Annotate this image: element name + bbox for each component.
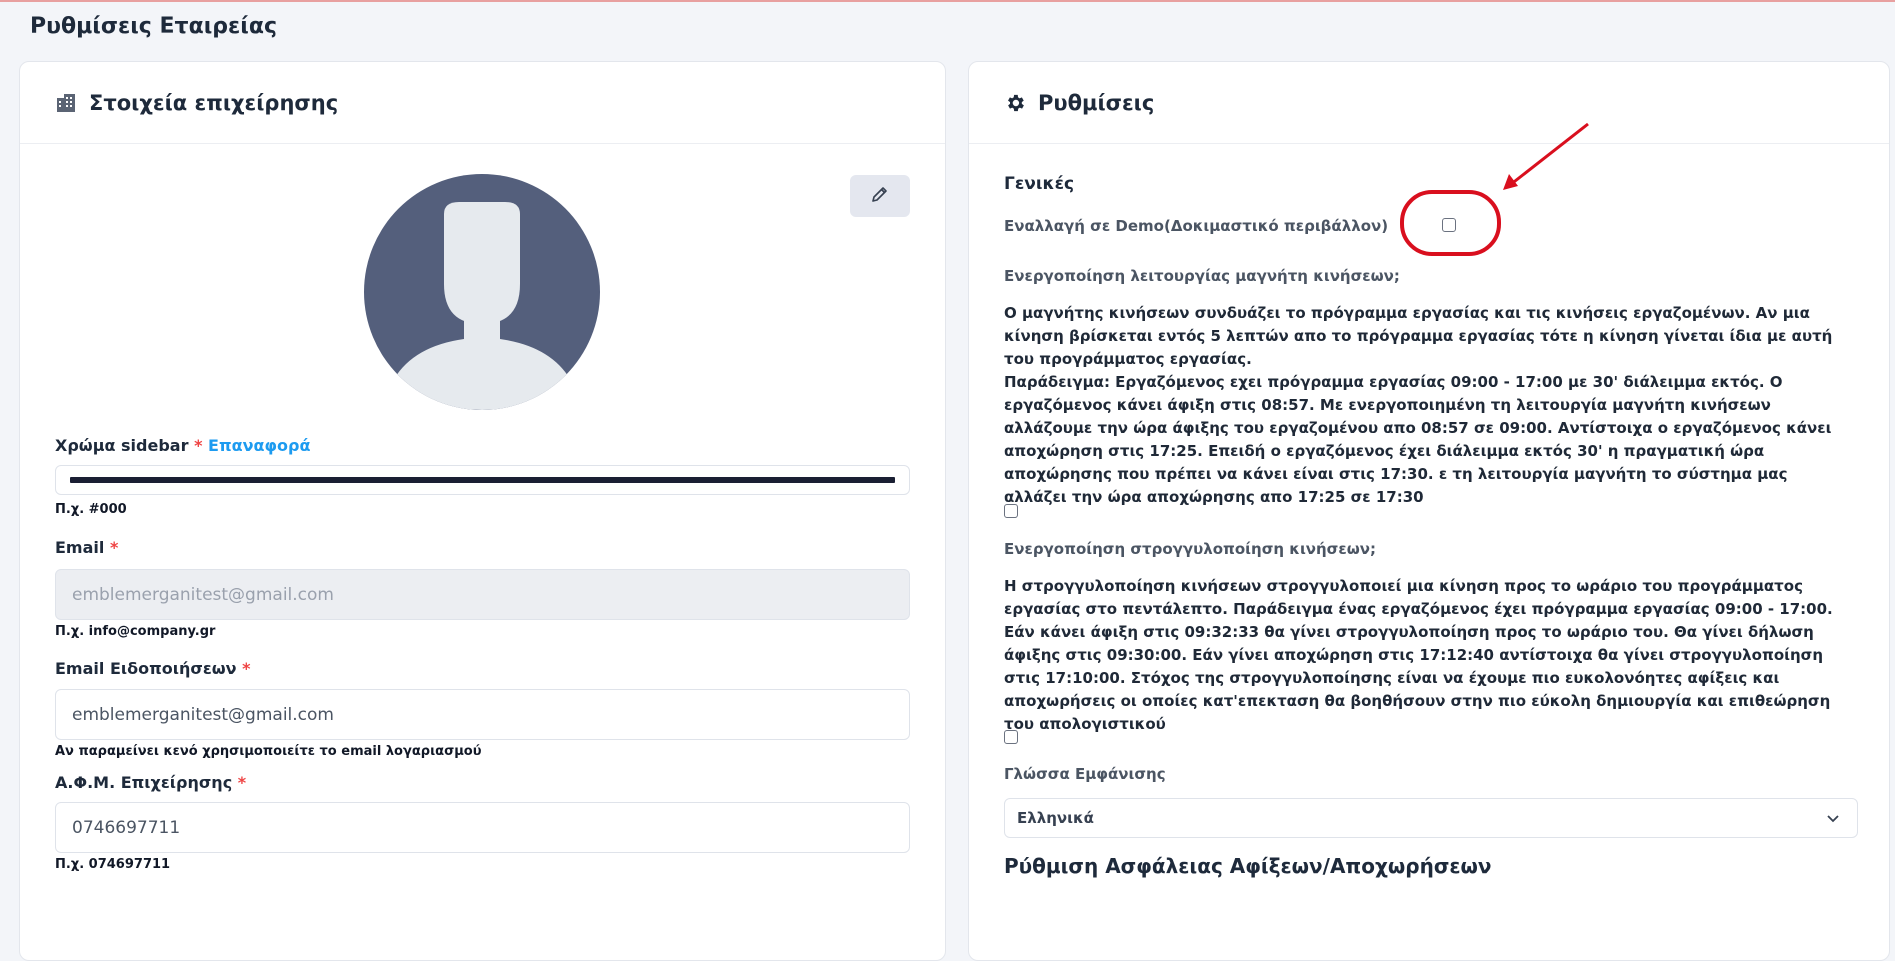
company-details-title: Στοιχεία επιχείρησης: [89, 90, 339, 115]
general-section-title: Γενικές: [1004, 174, 1075, 194]
sidebar-color-swatch: [70, 477, 895, 483]
magnet-checkbox[interactable]: [1004, 504, 1018, 518]
gear-icon: [1004, 92, 1026, 114]
top-accent-line: [0, 0, 1895, 2]
sidebar-color-hint: Π.χ. #000: [55, 502, 127, 517]
settings-title: Ρυθμίσεις: [1038, 90, 1155, 115]
settings-card: Ρυθμίσεις Γενικές Εναλλαγή σε Demo(Δοκιμ…: [968, 61, 1890, 961]
required-mark: *: [242, 659, 251, 678]
notification-email-field[interactable]: emblemerganitest@gmail.com: [55, 689, 910, 740]
email-label: Email *: [55, 538, 118, 557]
page-title: Ρυθμίσεις Εταιρείας: [30, 14, 277, 39]
vat-field[interactable]: 0746697711: [55, 802, 910, 853]
rounding-label: Ενεργοποίηση στρογγυλοποίηση κινήσεων;: [1004, 540, 1376, 558]
demo-toggle-label: Εναλλαγή σε Demo(Δοκιμαστικό περιβάλλον): [1004, 217, 1389, 235]
pencil-icon: [870, 184, 890, 208]
email-label-text: Email: [55, 538, 105, 557]
required-mark: *: [194, 436, 203, 455]
rounding-checkbox[interactable]: [1004, 730, 1018, 744]
language-label: Γλώσσα Εμφάνισης: [1004, 765, 1166, 783]
magnet-example: Παράδειγμα: Εργαζόμενος εχει πρόγραμμα ε…: [1004, 373, 1832, 506]
sidebar-color-label-text: Χρώμα sidebar: [55, 436, 189, 455]
security-heading: Ρύθμιση Ασφάλειας Αφίξεων/Αποχωρήσεων: [1004, 854, 1492, 878]
vat-label-text: Α.Φ.Μ. Επιχείρησης: [55, 773, 233, 792]
email-field[interactable]: emblemerganitest@gmail.com: [55, 569, 910, 620]
language-select[interactable]: Ελληνικά: [1004, 798, 1858, 838]
company-avatar[interactable]: [364, 174, 600, 410]
required-mark: *: [237, 773, 247, 792]
notification-email-label-text: Email Ειδοποιήσεων: [55, 659, 237, 678]
magnet-description: Ο μαγνήτης κινήσεων συνδυάζει το πρόγραμ…: [1004, 304, 1833, 368]
email-hint: Π.χ. info@company.gr: [55, 624, 216, 639]
building-icon: [55, 92, 77, 114]
vat-hint: Π.χ. 074697711: [55, 857, 171, 872]
notification-email-label: Email Ειδοποιήσεων *: [55, 659, 250, 678]
edit-avatar-button[interactable]: [850, 175, 910, 217]
magnet-label: Ενεργοποίηση λειτουργίας μαγνήτη κινήσεω…: [1004, 267, 1400, 285]
language-selected-value: Ελληνικά: [1017, 809, 1094, 827]
company-details-header: Στοιχεία επιχείρησης: [20, 62, 945, 144]
demo-mode-checkbox[interactable]: [1442, 218, 1456, 232]
vat-label: Α.Φ.Μ. Επιχείρησης *: [55, 773, 246, 792]
required-mark: *: [109, 538, 119, 557]
chevron-down-icon: [1825, 810, 1841, 830]
company-details-card: Στοιχεία επιχείρησης Χρώμα sidebar * Επα…: [19, 61, 946, 961]
settings-header: Ρυθμίσεις: [969, 62, 1889, 144]
rounding-description: Η στρογγυλοποίηση κινήσεων στρογγυλοποιε…: [1004, 577, 1833, 733]
sidebar-color-input[interactable]: [55, 465, 910, 495]
sidebar-color-label: Χρώμα sidebar * Επαναφορά: [55, 436, 310, 455]
reset-color-link[interactable]: Επαναφορά: [208, 436, 310, 455]
notification-email-hint: Αν παραμείνει κενό χρησιμοποιείτε το ema…: [55, 744, 482, 759]
